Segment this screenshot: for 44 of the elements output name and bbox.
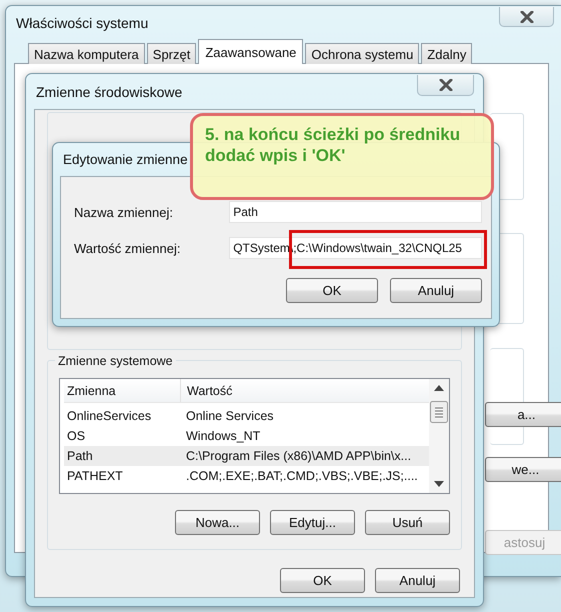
callout-note: 5. na końcu ścieżki po średniku dodać wpis i 'OK'	[190, 113, 494, 200]
close-icon	[438, 79, 452, 91]
close-button[interactable]	[417, 75, 474, 96]
dialog-button[interactable]: Nowa...	[175, 510, 260, 535]
dialog-button[interactable]: Edytuj...	[270, 510, 355, 535]
tab[interactable]: Zaawansowane	[198, 39, 304, 64]
list-row[interactable]: PATHEXT .COM;.EXE;.BAT;.CMD;.VBS;.VBE;.JS;....	[64, 466, 429, 486]
tab[interactable]: Ochrona systemu	[305, 43, 420, 64]
close-button[interactable]	[499, 7, 554, 27]
table-cell-text: OS	[66, 429, 86, 443]
dialog-title: Edytowanie zmienne	[63, 152, 188, 167]
column-header[interactable]: Zmienna	[64, 379, 181, 402]
dialog-button[interactable]: OK	[280, 568, 365, 593]
dialog-button[interactable]: Anuluj	[390, 278, 482, 303]
table-cell-text: .COM;.EXE;.BAT;.CMD;.VBS;.VBE;.JS;....	[185, 469, 418, 483]
dialog-button[interactable]: Usuń	[365, 510, 450, 535]
column-header[interactable]: Wartość	[181, 384, 232, 398]
tab[interactable]: Sprzęt	[146, 43, 196, 64]
table-cell-text: C:\Program Files (x86)\AMD APP\bin\x...	[185, 449, 412, 463]
close-icon	[520, 10, 534, 22]
window-title: Właściwości systemu	[16, 15, 148, 31]
tab[interactable]: Nazwa komputera	[28, 43, 145, 64]
table-cell-text: OnlineServices	[66, 409, 152, 423]
table-cell-text: PATHEXT	[66, 469, 124, 483]
scroll-up-icon[interactable]	[434, 385, 444, 391]
input-field[interactable]: Path	[229, 201, 482, 223]
list-row[interactable]: Path C:\Program Files (x86)\AMD APP\bin\x...	[64, 446, 429, 466]
tab[interactable]: Zdalny	[421, 43, 472, 64]
dialog-title: Zmienne środowiskowe	[36, 84, 182, 100]
scrollbar[interactable]	[429, 379, 449, 493]
dialog-button[interactable]: a...	[485, 402, 561, 427]
scroll-thumb[interactable]	[430, 401, 448, 423]
field-label: Nazwa zmiennej:	[74, 204, 174, 220]
scroll-down-icon[interactable]	[434, 481, 444, 487]
list-row[interactable]: OS Windows_NT	[64, 426, 429, 446]
table-cell-text: Online Services	[185, 409, 274, 423]
group-label: Zmienne systemowe	[55, 354, 176, 368]
dialog-button[interactable]: we...	[485, 457, 561, 482]
table-cell-text: Path	[66, 449, 94, 463]
table-cell-text: Windows_NT	[185, 429, 260, 443]
dialog-button[interactable]: Anuluj	[375, 568, 460, 593]
dialog-button[interactable]: OK	[286, 278, 378, 303]
list-row[interactable]: OnlineServices Online Services	[64, 406, 429, 426]
field-label: Wartość zmiennej:	[74, 240, 182, 256]
